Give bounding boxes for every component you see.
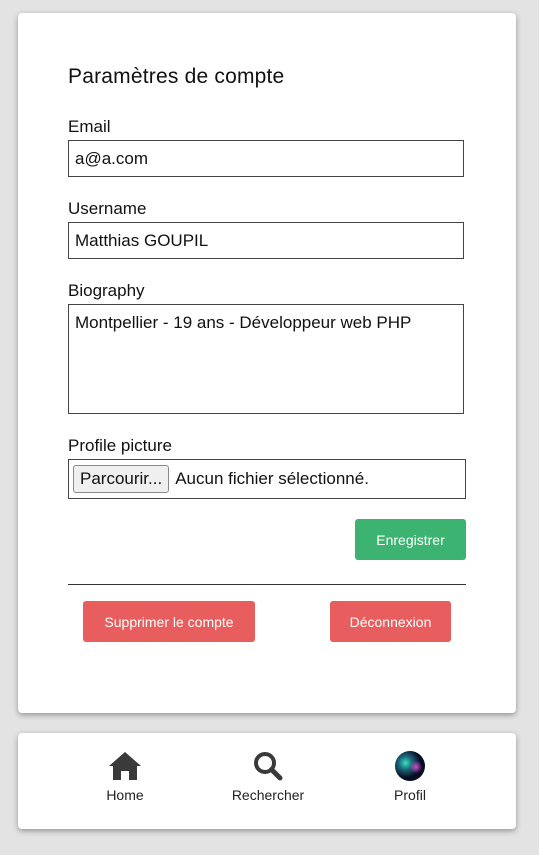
email-field[interactable] (68, 140, 464, 177)
delete-account-button[interactable]: Supprimer le compte (83, 601, 255, 642)
nav-item-home[interactable]: Home (75, 751, 175, 803)
profile-picture-label: Profile picture (68, 436, 172, 455)
nav-item-profile[interactable]: Profil (360, 751, 460, 803)
browse-file-button[interactable]: Parcourir... (73, 465, 170, 493)
biography-label: Biography (68, 281, 145, 300)
nav-item-search[interactable]: Rechercher (218, 751, 318, 803)
save-button[interactable]: Enregistrer (355, 519, 466, 560)
username-label: Username (68, 199, 147, 218)
page-title: Paramètres de compte (68, 65, 285, 88)
home-icon (109, 752, 141, 780)
nav-label-home: Home (106, 787, 144, 803)
nav-label-profile: Profil (394, 787, 426, 803)
search-icon (254, 752, 283, 781)
file-status-text: Aucun fichier sélectionné. (175, 469, 369, 488)
nav-label-search: Rechercher (231, 787, 305, 803)
profile-picture-input[interactable]: Parcourir... Aucun fichier sélectionné. (68, 459, 466, 499)
logout-button[interactable]: Déconnexion (330, 601, 451, 642)
divider (68, 584, 466, 585)
account-settings-card: Paramètres de compte Email Username Biog… (18, 13, 516, 713)
username-field[interactable] (68, 222, 464, 259)
bottom-navigation: Home Rechercher Profil (18, 733, 516, 829)
avatar (395, 751, 425, 781)
biography-field[interactable]: Montpellier - 19 ans - Développeur web P… (68, 304, 464, 414)
email-label: Email (68, 117, 111, 136)
